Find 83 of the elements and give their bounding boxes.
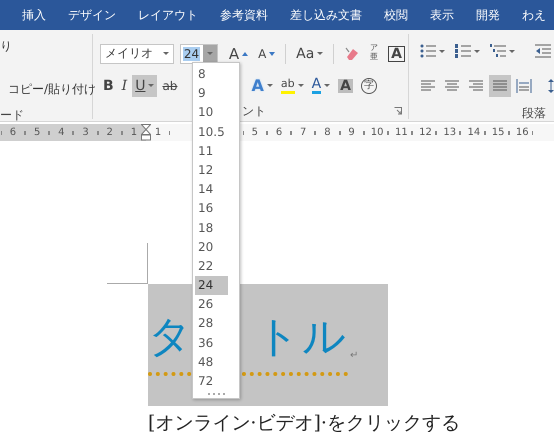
group-label: ント: [242, 102, 266, 120]
ribbon-tab[interactable]: レイアウト: [138, 6, 198, 24]
ruler-number: 7: [299, 127, 308, 138]
ribbon-tab[interactable]: 開発: [476, 6, 500, 24]
font-size-option[interactable]: 10: [195, 103, 228, 123]
font-size-option[interactable]: 10.5: [195, 122, 228, 142]
italic-button[interactable]: I: [118, 74, 130, 96]
ruler-number: 15: [492, 127, 502, 138]
title-text: タ: [148, 311, 194, 364]
ruler-number: 8: [323, 127, 332, 138]
bold-button[interactable]: B: [100, 74, 117, 96]
ribbon-tab[interactable]: 挿入: [22, 6, 46, 24]
shrink-font-button[interactable]: A: [255, 42, 278, 64]
ribbon-tab[interactable]: わえ: [522, 6, 546, 24]
grow-font-button[interactable]: A: [226, 42, 252, 64]
font-size-option[interactable]: 18: [195, 218, 228, 238]
ruler-number: 13: [443, 127, 454, 138]
caret-icon: [206, 52, 213, 55]
change-case-button[interactable]: Aa: [293, 42, 326, 64]
ribbon-tab[interactable]: 参考資料: [220, 6, 268, 24]
ruler-number: 1: [154, 127, 162, 138]
font-color-button[interactable]: A: [308, 74, 334, 96]
copy-paste-label[interactable]: コピー/貼り付け: [8, 81, 96, 98]
font-size-option[interactable]: 20: [195, 238, 228, 257]
font-size-option[interactable]: 26: [195, 295, 228, 314]
font-size-option[interactable]: 11: [195, 142, 228, 161]
underline-button[interactable]: U: [132, 74, 158, 96]
ruler-number: 14: [468, 127, 478, 138]
font-size-option[interactable]: 8: [195, 65, 228, 84]
font-size-option[interactable]: 28: [195, 314, 228, 334]
font-size-option[interactable]: 48: [195, 352, 228, 372]
ruler-number: 9: [347, 127, 356, 138]
font-size-option[interactable]: 14: [195, 180, 228, 200]
ruler-number: 16: [516, 127, 526, 138]
down-arrow-icon: [269, 52, 276, 56]
numbered-list-icon: [455, 43, 471, 59]
up-arrow-icon: [242, 52, 248, 56]
ruler-number: 6: [8, 127, 18, 138]
character-shading-button[interactable]: A: [335, 74, 356, 96]
indent-marker-icon[interactable]: [141, 124, 151, 141]
outdent-icon: [535, 43, 551, 59]
ribbon-tab[interactable]: 表示: [430, 6, 454, 24]
bullet-list-icon: [420, 43, 436, 59]
distribute-icon: [516, 78, 532, 94]
ruler-number: 4: [57, 127, 66, 138]
font-size-option[interactable]: 24: [195, 276, 228, 296]
phonetic-guide-button[interactable]: ア 亜: [367, 42, 382, 64]
multilevel-list-icon: [490, 43, 506, 59]
font-size-field[interactable]: 24: [180, 44, 218, 64]
margin-corner-mark: [107, 243, 148, 284]
font-size-option[interactable]: 22: [195, 256, 228, 276]
ruler-number: 10: [370, 127, 381, 138]
ruler-number: 12: [419, 127, 430, 138]
dialog-launcher-icon[interactable]: [394, 107, 402, 115]
eraser-icon: [344, 46, 360, 62]
ribbon-tab[interactable]: 差し込み文書: [290, 6, 362, 24]
ribbon-tab[interactable]: 校閲: [384, 6, 408, 24]
font-size-option[interactable]: 12: [195, 160, 228, 180]
font-size-option[interactable]: 36: [195, 334, 228, 353]
caret-icon: [162, 52, 169, 55]
ruler-number: 2: [106, 127, 114, 138]
group-label: 段落: [522, 104, 546, 121]
font-size-option[interactable]: 72: [195, 372, 228, 392]
ruler-number: 1: [130, 127, 138, 138]
ruler-number: 5: [32, 127, 42, 138]
font-name-dropdown[interactable]: メイリオ: [100, 44, 174, 64]
resize-grip-icon: [208, 393, 224, 396]
title-text: トル: [256, 311, 348, 364]
text-effects-button[interactable]: A: [248, 74, 276, 96]
highlight-button[interactable]: ab: [278, 74, 307, 96]
ruler-number: 5: [250, 127, 260, 138]
ruler-number: 6: [274, 127, 284, 138]
font-size-option[interactable]: 9: [195, 84, 228, 104]
ribbon-tab[interactable]: デザイン: [68, 6, 116, 24]
launcher-icon: [394, 107, 402, 115]
ribbon-label: り: [0, 38, 12, 55]
strikethrough-button[interactable]: ab: [159, 74, 180, 96]
justify-button[interactable]: [489, 75, 511, 97]
font-size-option[interactable]: 16: [195, 199, 228, 218]
group-label: ード: [0, 107, 24, 121]
ruler-number: 11: [394, 127, 405, 138]
paragraph-mark: ↵: [350, 350, 358, 361]
ruler-number: 3: [81, 127, 90, 138]
